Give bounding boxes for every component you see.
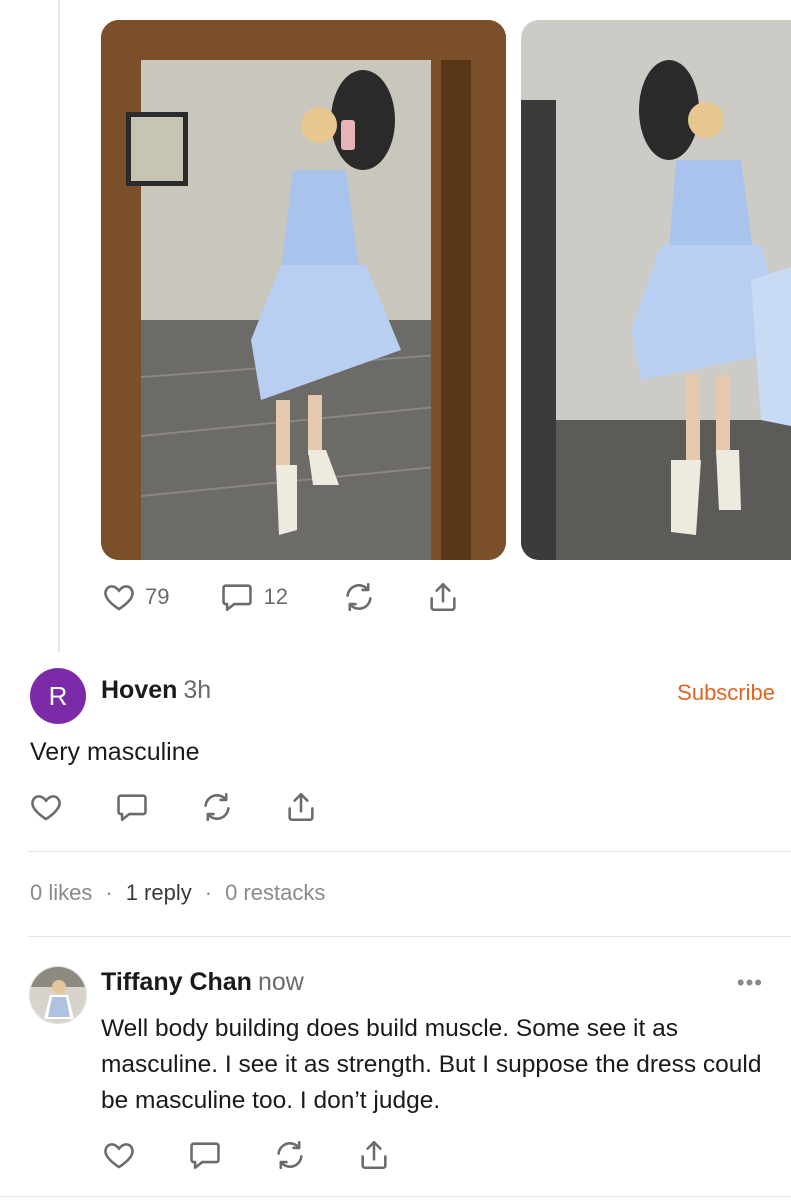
heart-icon — [31, 795, 61, 821]
reply-restack-button[interactable] — [273, 1138, 307, 1172]
avatar-image — [30, 967, 86, 1023]
reply-like-button[interactable] — [101, 1138, 137, 1172]
post-photo-1[interactable] — [101, 20, 506, 560]
author-name[interactable]: Hoven — [101, 676, 177, 704]
comment-stats: 0 likes · 1 reply · 0 restacks — [30, 880, 325, 906]
reply-author[interactable]: Tiffany Chan now — [101, 968, 304, 997]
heart-icon — [104, 585, 134, 611]
avatar[interactable]: R — [30, 668, 86, 724]
post-actions: 79 12 — [101, 580, 460, 614]
standing-photo-image — [521, 20, 791, 560]
comment-share-button[interactable] — [284, 790, 318, 824]
post-like-button[interactable]: 79 — [101, 580, 169, 614]
comment-icon — [222, 584, 253, 612]
comment-author[interactable]: Hoven 3h — [101, 676, 211, 705]
separator: · — [204, 880, 213, 905]
restack-icon — [346, 582, 372, 612]
restacks-count[interactable]: 0 restacks — [225, 880, 325, 906]
share-icon — [430, 582, 456, 612]
reply-share-button[interactable] — [357, 1138, 391, 1172]
reply-timestamp: now — [257, 968, 304, 996]
comment-text: Very masculine — [30, 738, 200, 766]
subscribe-button[interactable]: Subscribe — [677, 680, 775, 706]
reply-text: Well body building does build muscle. So… — [101, 1015, 762, 1114]
divider — [28, 851, 791, 852]
comment-actions — [28, 790, 318, 824]
comment-icon — [117, 794, 147, 822]
comment-restack-button[interactable] — [200, 790, 234, 824]
comment-timestamp: 3h — [183, 676, 212, 704]
comment-count: 12 — [263, 584, 288, 609]
comment-like-button[interactable] — [28, 790, 64, 824]
post-restack-button[interactable] — [342, 580, 376, 614]
comment-reply-button[interactable] — [114, 790, 150, 824]
thread-line — [58, 0, 60, 652]
replies-count[interactable]: 1 reply — [126, 880, 192, 906]
like-count: 79 — [145, 584, 170, 609]
reply-actions — [101, 1138, 391, 1172]
avatar[interactable] — [29, 966, 87, 1024]
comment-icon — [190, 1142, 220, 1170]
reply-reply-button[interactable] — [187, 1138, 223, 1172]
more-icon[interactable]: ••• — [737, 970, 763, 996]
post-photo-2[interactable] — [521, 20, 791, 560]
heart-icon — [104, 1143, 134, 1169]
share-icon — [288, 792, 314, 822]
separator: · — [105, 880, 113, 905]
likes-count[interactable]: 0 likes — [30, 880, 92, 906]
restack-icon — [204, 792, 230, 822]
post-comment-button[interactable]: 12 — [219, 580, 288, 614]
divider — [0, 1196, 791, 1197]
restack-icon — [277, 1140, 303, 1170]
post-share-button[interactable] — [426, 580, 460, 614]
share-icon — [361, 1140, 387, 1170]
divider — [28, 936, 791, 937]
mirror-selfie-image — [101, 20, 506, 560]
author-name[interactable]: Tiffany Chan — [101, 968, 252, 996]
